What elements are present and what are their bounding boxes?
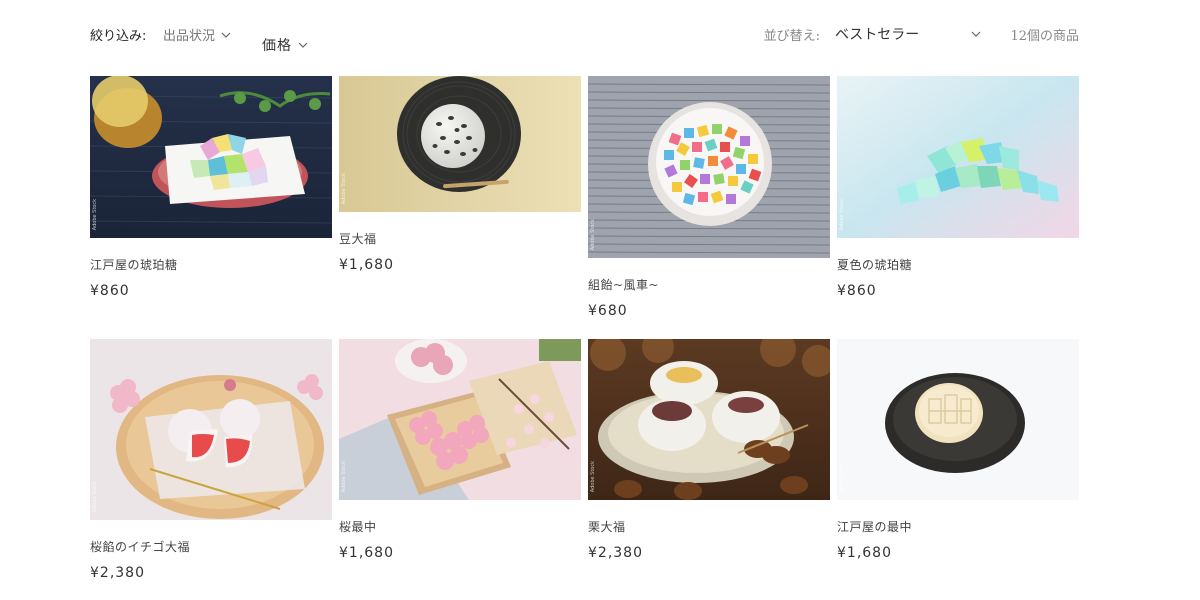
watermark: Adobe Stock (92, 198, 98, 230)
product-title[interactable]: 江戸屋の最中 (837, 518, 1079, 535)
product-card[interactable]: Adobe Stock 江戸屋の最中 ¥1,680 (837, 339, 1079, 561)
product-card[interactable]: Adobe Stock 江戸屋の琥珀糖 ¥860 (90, 76, 332, 299)
product-price: ¥2,380 (90, 565, 145, 581)
product-image[interactable]: Adobe Stock (90, 339, 332, 520)
product-image[interactable]: Adobe Stock (339, 339, 581, 500)
watermark: Adobe Stock (341, 460, 347, 492)
product-image[interactable]: Adobe Stock (837, 76, 1079, 238)
product-image[interactable]: Adobe Stock (588, 76, 830, 258)
chevron-down-icon (221, 30, 231, 40)
filter-bar: 絞り込み: 出品状況 価格 並び替え: ベストセラー 12個の商品 (90, 22, 1079, 54)
sort-select[interactable]: ベストセラー (835, 23, 981, 45)
availability-filter[interactable]: 出品状況 (163, 25, 231, 44)
product-card[interactable]: Adobe Stock 桜餡のイチゴ大福 ¥2,380 (90, 339, 332, 581)
product-image[interactable]: Adobe Stock (90, 76, 332, 238)
product-price: ¥680 (588, 303, 628, 319)
product-image[interactable]: Adobe Stock (837, 339, 1079, 500)
chevron-down-icon (298, 40, 308, 50)
product-title[interactable]: 栗大福 (588, 518, 830, 535)
chevron-down-icon (971, 29, 981, 39)
product-card[interactable]: Adobe Stock 桜最中 ¥1,680 (339, 339, 581, 561)
watermark: Adobe Stock (92, 480, 98, 512)
sort-selected-value: ベストセラー (835, 27, 920, 43)
product-price: ¥2,380 (588, 545, 643, 561)
sort-label: 並び替え: (763, 29, 820, 44)
product-title[interactable]: 夏色の琥珀糖 (837, 256, 1079, 273)
product-title[interactable]: 豆大福 (339, 230, 581, 247)
product-title[interactable]: 江戸屋の琥珀糖 (90, 256, 332, 273)
watermark: Adobe Stock (590, 218, 596, 250)
product-count: 12個の商品 (1010, 29, 1079, 44)
product-price: ¥1,680 (339, 257, 394, 273)
watermark: Adobe Stock (341, 172, 347, 204)
price-filter[interactable]: 価格 (262, 35, 308, 55)
product-card[interactable]: Adobe Stock 組飴~風車~ ¥680 (588, 76, 830, 319)
product-image[interactable]: Adobe Stock (588, 339, 830, 500)
product-title[interactable]: 桜最中 (339, 518, 581, 535)
product-title[interactable]: 桜餡のイチゴ大福 (90, 538, 332, 555)
product-price: ¥860 (90, 283, 130, 299)
product-price: ¥1,680 (837, 545, 892, 561)
product-price: ¥1,680 (339, 545, 394, 561)
product-image[interactable]: Adobe Stock (339, 76, 581, 212)
product-price: ¥860 (837, 283, 877, 299)
watermark: Adobe Stock (839, 198, 845, 230)
availability-filter-label: 出品状況 (163, 29, 216, 44)
product-card[interactable]: Adobe Stock 夏色の琥珀糖 ¥860 (837, 76, 1079, 299)
product-card[interactable]: Adobe Stock 豆大福 ¥1,680 (339, 76, 581, 273)
watermark: Adobe Stock (590, 460, 596, 492)
watermark: Adobe Stock (839, 460, 845, 492)
filter-label: 絞り込み: (90, 29, 147, 44)
product-card[interactable]: Adobe Stock 栗大福 ¥2,380 (588, 339, 830, 561)
product-title[interactable]: 組飴~風車~ (588, 276, 830, 293)
price-filter-label: 価格 (262, 38, 292, 54)
